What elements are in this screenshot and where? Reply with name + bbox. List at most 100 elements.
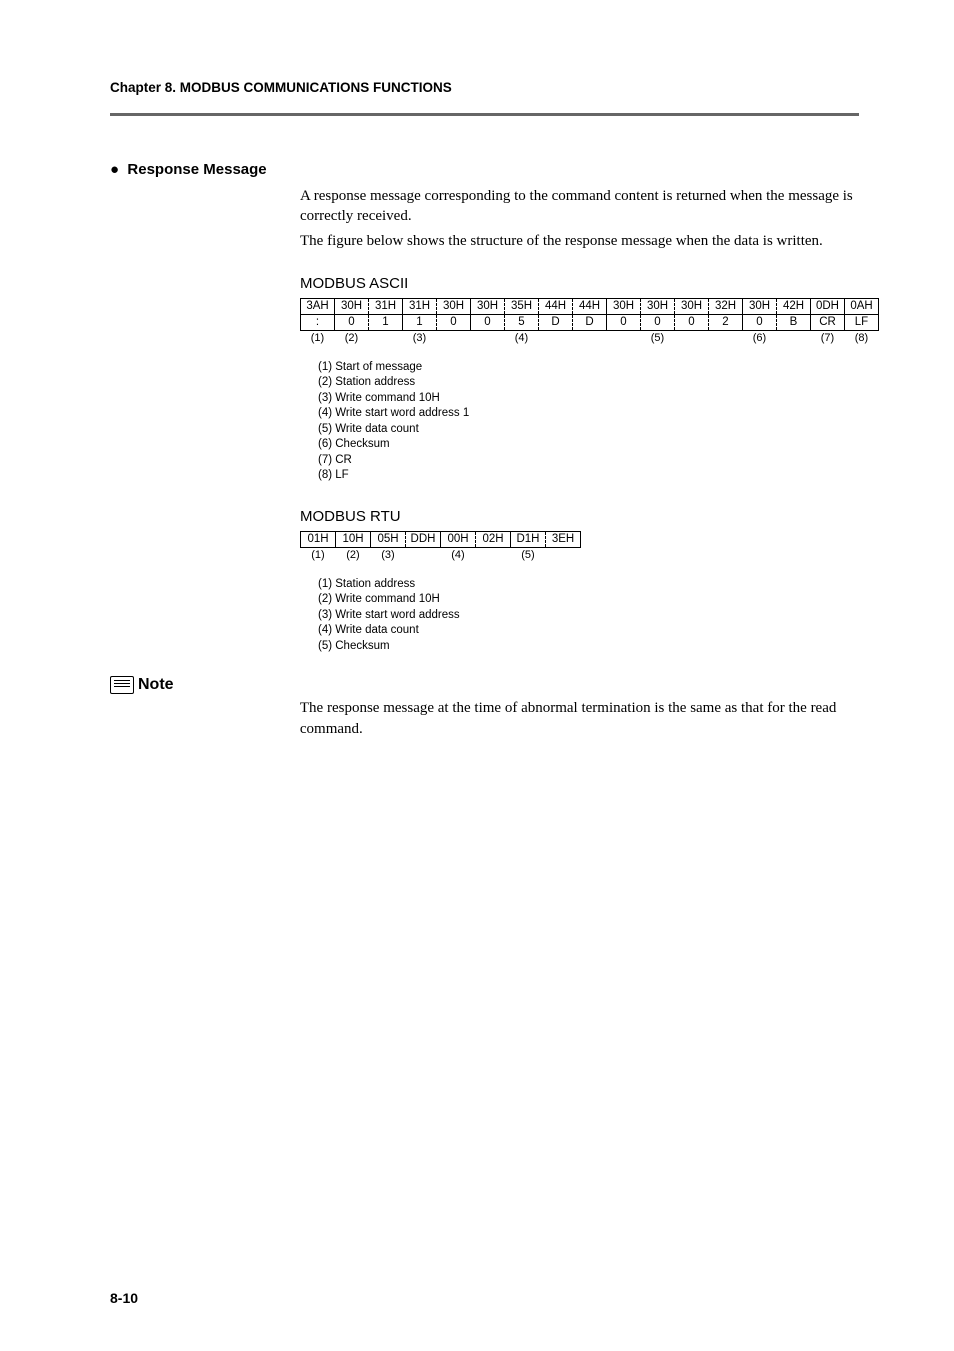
ascii-index-cell: (1) [301, 330, 335, 346]
response-paragraph-1: A response message corresponding to the … [300, 186, 860, 227]
legend-item: (3) Write start word address [318, 608, 860, 624]
ascii-hex-cell: 0DH [811, 298, 845, 314]
ascii-index-cell [573, 330, 607, 346]
modbus-ascii-heading: MODBUS ASCII [300, 275, 860, 292]
ascii-char-cell: : [301, 314, 335, 330]
ascii-hex-row: 3AH 30H 31H 31H 30H 30H 35H 44H 44H 30H … [301, 298, 879, 314]
legend-item: (2) Write command 10H [318, 592, 860, 608]
rtu-hex-cell: 3EH [546, 531, 581, 547]
ascii-index-cell: (6) [743, 330, 777, 346]
rtu-index-cell: (4) [441, 547, 476, 563]
ascii-char-cell: 1 [369, 314, 403, 330]
ascii-hex-cell: 0AH [845, 298, 879, 314]
header-rule [110, 113, 859, 116]
note-label-text: Note [138, 676, 174, 694]
ascii-index-cell [471, 330, 505, 346]
ascii-hex-cell: 42H [777, 298, 811, 314]
ascii-hex-cell: 30H [437, 298, 471, 314]
rtu-index-cell: (2) [336, 547, 371, 563]
legend-item: (4) Write start word address 1 [318, 406, 860, 422]
legend-item: (2) Station address [318, 375, 860, 391]
ascii-hex-cell: 44H [573, 298, 607, 314]
rtu-legend: (1) Station address (2) Write command 10… [318, 577, 860, 655]
response-paragraph-2: The figure below shows the structure of … [300, 231, 860, 251]
ascii-char-cell: D [539, 314, 573, 330]
rtu-index-cell [476, 547, 511, 563]
page-number: 8-10 [110, 1290, 138, 1306]
note-text: The response message at the time of abno… [300, 698, 859, 739]
ascii-char-cell: LF [845, 314, 879, 330]
legend-item: (5) Checksum [318, 639, 860, 655]
rtu-hex-cell: 02H [476, 531, 511, 547]
modbus-ascii-table: 3AH 30H 31H 31H 30H 30H 35H 44H 44H 30H … [300, 298, 879, 346]
section-heading: ● Response Message [110, 161, 859, 178]
ascii-hex-cell: 30H [335, 298, 369, 314]
ascii-hex-cell: 31H [369, 298, 403, 314]
rtu-hex-cell: 10H [336, 531, 371, 547]
chapter-title: Chapter 8. MODBUS COMMUNICATIONS FUNCTIO… [110, 80, 859, 95]
rtu-hex-row: 01H 10H 05H DDH 00H 02H D1H 3EH [301, 531, 581, 547]
ascii-index-cell [369, 330, 403, 346]
ascii-hex-cell: 30H [607, 298, 641, 314]
legend-item: (6) Checksum [318, 437, 860, 453]
rtu-index-cell: (3) [371, 547, 406, 563]
legend-item: (7) CR [318, 453, 860, 469]
ascii-index-row: (1) (2) (3) (4) (5) (6) (7) (8) [301, 330, 879, 346]
rtu-index-row: (1) (2) (3) (4) (5) [301, 547, 581, 563]
modbus-rtu-heading: MODBUS RTU [300, 508, 860, 525]
ascii-char-cell: CR [811, 314, 845, 330]
ascii-hex-cell: 31H [403, 298, 437, 314]
rtu-index-cell [546, 547, 581, 563]
ascii-char-cell: 0 [641, 314, 675, 330]
ascii-index-cell: (8) [845, 330, 879, 346]
ascii-hex-cell: 32H [709, 298, 743, 314]
legend-item: (1) Start of message [318, 360, 860, 376]
ascii-char-cell: 0 [471, 314, 505, 330]
ascii-char-cell: B [777, 314, 811, 330]
rtu-hex-cell: 00H [441, 531, 476, 547]
ascii-index-cell [675, 330, 709, 346]
ascii-hex-cell: 30H [675, 298, 709, 314]
bullet-icon: ● [110, 161, 119, 178]
note-icon [110, 676, 134, 694]
legend-item: (3) Write command 10H [318, 391, 860, 407]
ascii-char-cell: 0 [437, 314, 471, 330]
rtu-hex-cell: D1H [511, 531, 546, 547]
ascii-index-cell [437, 330, 471, 346]
ascii-index-cell: (3) [403, 330, 437, 346]
ascii-char-cell: 0 [675, 314, 709, 330]
modbus-rtu-table: 01H 10H 05H DDH 00H 02H D1H 3EH (1) (2) … [300, 531, 581, 563]
rtu-index-cell: (5) [511, 547, 546, 563]
section-title: Response Message [127, 161, 266, 178]
ascii-hex-cell: 44H [539, 298, 573, 314]
rtu-index-cell [406, 547, 441, 563]
legend-item: (4) Write data count [318, 623, 860, 639]
ascii-legend: (1) Start of message (2) Station address… [318, 360, 860, 484]
ascii-char-cell: 1 [403, 314, 437, 330]
legend-item: (5) Write data count [318, 422, 860, 438]
ascii-index-cell [539, 330, 573, 346]
ascii-hex-cell: 30H [641, 298, 675, 314]
rtu-index-cell: (1) [301, 547, 336, 563]
ascii-index-cell: (5) [641, 330, 675, 346]
rtu-hex-cell: 01H [301, 531, 336, 547]
ascii-index-cell [709, 330, 743, 346]
ascii-char-cell: 5 [505, 314, 539, 330]
ascii-char-cell: 2 [709, 314, 743, 330]
rtu-hex-cell: 05H [371, 531, 406, 547]
ascii-hex-cell: 3AH [301, 298, 335, 314]
ascii-char-cell: 0 [743, 314, 777, 330]
ascii-index-cell [777, 330, 811, 346]
ascii-char-cell: 0 [607, 314, 641, 330]
ascii-char-row: : 0 1 1 0 0 5 D D 0 0 0 2 0 B CR LF [301, 314, 879, 330]
rtu-hex-cell: DDH [406, 531, 441, 547]
ascii-index-cell: (2) [335, 330, 369, 346]
ascii-index-cell [607, 330, 641, 346]
ascii-index-cell: (4) [505, 330, 539, 346]
legend-item: (8) LF [318, 468, 860, 484]
ascii-index-cell: (7) [811, 330, 845, 346]
ascii-hex-cell: 30H [471, 298, 505, 314]
ascii-hex-cell: 30H [743, 298, 777, 314]
legend-item: (1) Station address [318, 577, 860, 593]
ascii-hex-cell: 35H [505, 298, 539, 314]
